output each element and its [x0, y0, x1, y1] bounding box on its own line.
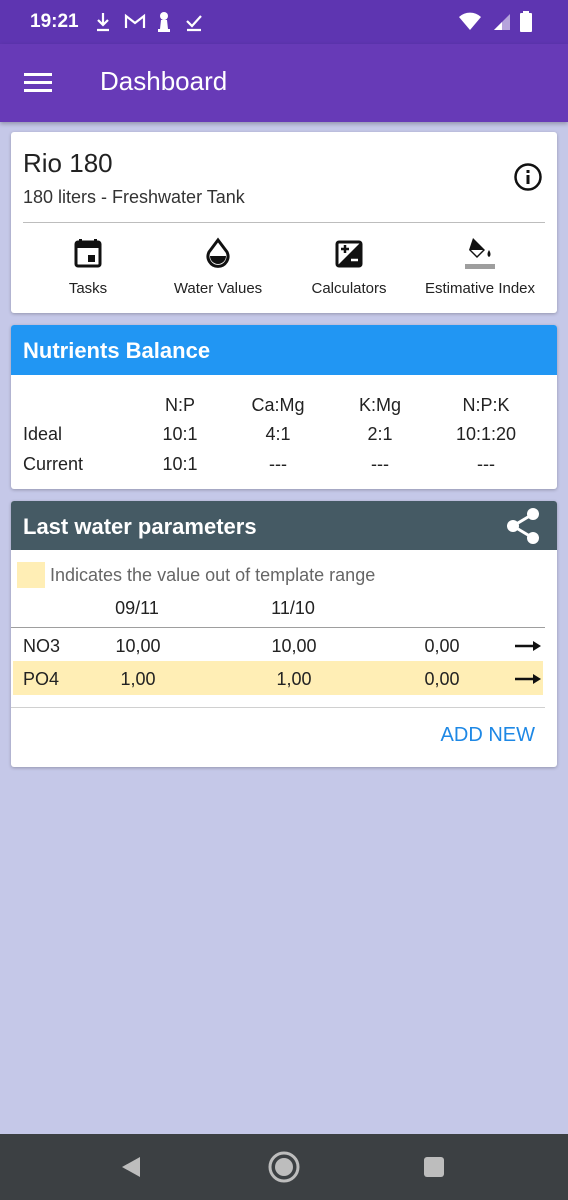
table-cell: 4:1: [265, 424, 291, 444]
divider: [11, 707, 545, 708]
estimative-index-button[interactable]: Estimative Index: [410, 232, 550, 302]
table-cell: 10:1: [162, 454, 198, 474]
table-cell: 10,00: [271, 636, 317, 656]
tank-card: Rio 180 180 liters - Freshwater Tank Tas…: [11, 132, 557, 313]
table-cell: 0,00: [424, 636, 460, 656]
column-header: K:Mg: [358, 395, 401, 415]
battery-icon: [520, 11, 532, 32]
gmail-icon: [124, 13, 146, 28]
nutrients-balance-card: Nutrients Balance N:P Ca:Mg K:Mg N:P:K I…: [11, 325, 557, 489]
tasks-label: Tasks: [68, 280, 108, 297]
download-icon: [97, 13, 109, 32]
table-cell: 0,00: [424, 669, 460, 689]
table-cell: 10:1:20: [455, 424, 517, 444]
param-name: NO3: [23, 636, 61, 656]
column-header: Ca:Mg: [251, 395, 305, 415]
date-header[interactable]: 11/10: [243, 598, 343, 619]
recents-icon[interactable]: [422, 1151, 446, 1183]
status-bar: 19:21: [0, 0, 568, 44]
table-cell: 10:1: [162, 424, 198, 444]
back-icon[interactable]: [118, 1151, 142, 1183]
row-label-ideal: Ideal: [23, 424, 63, 444]
chess-pawn-icon: [158, 12, 170, 32]
calculators-button[interactable]: Calculators: [279, 232, 419, 302]
status-time: 19:21: [30, 11, 79, 32]
column-header: N:P: [164, 395, 195, 415]
arrow-right-icon[interactable]: [515, 640, 541, 652]
table-cell: ---: [269, 454, 287, 474]
param-name: PO4: [23, 669, 60, 689]
estimative-index-label: Estimative Index: [424, 280, 536, 297]
app-bar: Dashboard: [0, 44, 568, 122]
divider: [11, 627, 545, 628]
nutrients-balance-title: Nutrients Balance: [11, 325, 557, 375]
info-icon[interactable]: [513, 162, 543, 192]
app-bar-title: Dashboard: [100, 66, 228, 96]
water-values-label: Water Values: [173, 280, 263, 297]
water-parameters-header: Last water parameters: [11, 501, 557, 550]
table-cell: 10,00: [115, 636, 161, 656]
tasks-button[interactable]: Tasks: [18, 232, 158, 302]
home-icon[interactable]: [266, 1151, 302, 1183]
legend-text: Indicates the value out of template rang…: [50, 565, 376, 585]
add-new-button[interactable]: ADD NEW: [441, 724, 535, 747]
divider: [23, 222, 545, 223]
calculators-label: Calculators: [311, 280, 387, 297]
table-cell: 2:1: [367, 424, 393, 444]
out-of-range-swatch: [17, 562, 45, 588]
table-cell: ---: [477, 454, 495, 474]
water-parameters-card: Last water parameters Indicates the valu…: [11, 501, 557, 767]
table-cell: ---: [371, 454, 389, 474]
system-navigation-bar: [0, 1134, 568, 1200]
hamburger-menu-icon[interactable]: [24, 70, 52, 94]
arrow-right-icon[interactable]: [515, 673, 541, 685]
paint-bucket-icon: [465, 238, 495, 269]
check-download-icon: [186, 15, 202, 32]
tank-name: Rio 180: [23, 148, 113, 178]
calendar-icon: [74, 239, 102, 268]
water-values-button[interactable]: Water Values: [148, 232, 288, 302]
row-label-current: Current: [23, 454, 84, 474]
water-drop-icon: [206, 237, 230, 268]
signal-icon: [494, 14, 510, 30]
date-header[interactable]: 09/11: [87, 598, 187, 619]
share-icon[interactable]: [505, 507, 541, 545]
wifi-icon: [459, 12, 481, 30]
tank-description: 180 liters - Freshwater Tank: [23, 187, 245, 207]
table-cell: 1,00: [120, 669, 156, 689]
calculator-icon: [335, 240, 363, 268]
table-cell: 1,00: [276, 669, 312, 689]
water-parameters-title: Last water parameters: [23, 514, 257, 539]
column-header: N:P:K: [462, 395, 510, 415]
